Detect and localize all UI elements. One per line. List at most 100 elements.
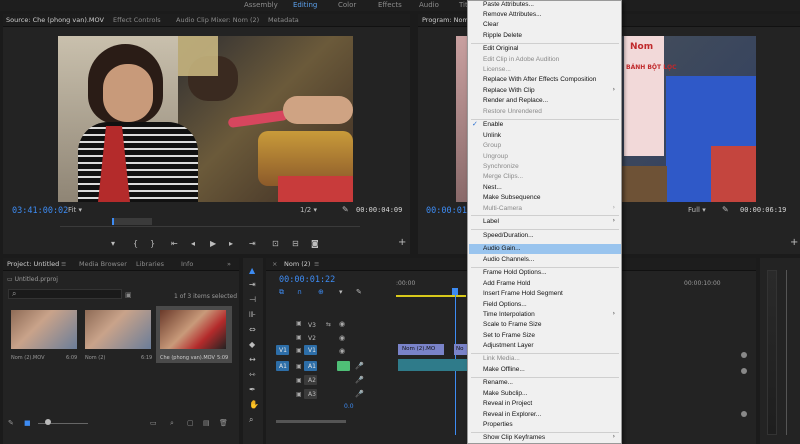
new-item-icon[interactable]: ▢: [187, 419, 194, 427]
razor-tool-icon[interactable]: ◆: [249, 340, 255, 349]
tab-info[interactable]: Info: [181, 260, 193, 268]
menu-ripple-delete[interactable]: Ripple Delete: [483, 32, 522, 39]
tab-audio-clip-mixer[interactable]: Audio Clip Mixer: Nom (2): [176, 16, 259, 24]
menu-set-to-frame-size[interactable]: Set to Frame Size: [483, 332, 535, 339]
close-tab-icon[interactable]: ×: [272, 260, 277, 268]
workspace-color[interactable]: Color: [338, 1, 356, 9]
master-volume-value[interactable]: 0.0: [344, 403, 354, 410]
menu-clear[interactable]: Clear: [483, 21, 499, 28]
project-item-thumb-2[interactable]: [85, 310, 151, 349]
menu-make-subclip[interactable]: Make Subclip...: [483, 390, 527, 397]
camera-icon[interactable]: ◙: [311, 239, 319, 248]
menu-group[interactable]: Group: [483, 142, 501, 149]
rolling-edit-tool-icon[interactable]: ⊪: [249, 310, 256, 319]
new-item-icon-2[interactable]: ▤: [203, 419, 210, 427]
tab-effect-controls[interactable]: Effect Controls: [113, 16, 161, 24]
menu-paste-attributes[interactable]: Paste Attributes...: [483, 1, 534, 8]
menu-add-frame-hold[interactable]: Add Frame Hold: [483, 280, 530, 287]
snap-icon[interactable]: ∩: [297, 288, 302, 296]
mark-in-icon[interactable]: {: [133, 239, 138, 248]
go-to-out-icon[interactable]: ⇥: [249, 239, 256, 248]
menu-license[interactable]: License...: [483, 66, 511, 73]
marker-icon[interactable]: ▾: [111, 239, 115, 248]
lock-v3-icon[interactable]: ▣: [296, 320, 302, 327]
pen-tool-icon[interactable]: ✒: [249, 385, 256, 394]
source-scrubber[interactable]: [112, 218, 152, 225]
workspace-editing[interactable]: Editing: [293, 1, 317, 9]
menu-properties[interactable]: Properties: [483, 421, 513, 428]
icon-view-icon[interactable]: ■: [24, 419, 31, 427]
audio-scroll-handle[interactable]: [741, 368, 747, 374]
menu-audio-gain[interactable]: Audio Gain...: [483, 245, 521, 252]
tab-sequence[interactable]: Nom (2): [284, 260, 310, 268]
source-timecode-in[interactable]: 03:41:00:02: [12, 206, 68, 216]
menu-enable[interactable]: Enable: [483, 121, 503, 128]
menu-ungroup[interactable]: Ungroup: [483, 153, 508, 160]
menu-replace-with-ae-comp[interactable]: Replace With After Effects Composition: [483, 76, 596, 83]
video-clip-1[interactable]: Nom (2).MO: [398, 344, 444, 355]
nest-toggle-icon[interactable]: ⧉: [279, 288, 284, 297]
menu-restore-unrendered[interactable]: Restore Unrendered: [483, 108, 542, 115]
source-fit-select[interactable]: Fit ▾: [68, 206, 82, 214]
go-to-in-icon[interactable]: ⇤: [171, 239, 178, 248]
track-scroll-handle[interactable]: [741, 352, 747, 358]
sync-v3-icon[interactable]: ⇆: [326, 321, 331, 328]
menu-adjustment-layer[interactable]: Adjustment Layer: [483, 342, 534, 349]
project-item-thumb-3[interactable]: [160, 310, 226, 349]
list-view-icon[interactable]: ✎: [8, 419, 14, 427]
program-add-button-icon[interactable]: +: [790, 237, 798, 248]
slip-tool-icon[interactable]: ↔: [249, 355, 256, 364]
mic-a1-icon[interactable]: 🎤: [355, 362, 364, 370]
new-bin-search-icon[interactable]: ▣: [125, 291, 132, 299]
menu-insert-frame-hold-segment[interactable]: Insert Frame Hold Segment: [483, 290, 563, 297]
eye-v1-icon[interactable]: ◉: [339, 347, 345, 355]
playhead-handle[interactable]: [452, 288, 458, 295]
workspace-assembly[interactable]: Assembly: [244, 1, 278, 9]
tab-media-browser[interactable]: Media Browser: [79, 260, 127, 268]
ripple-edit-tool-icon[interactable]: ⊣: [249, 295, 256, 304]
project-menu-icon[interactable]: ≡: [61, 260, 66, 268]
more-panels-icon[interactable]: »: [227, 260, 231, 268]
menu-rename[interactable]: Rename...: [483, 379, 513, 386]
lock-a3-icon[interactable]: ▣: [296, 391, 302, 398]
tab-metadata[interactable]: Metadata: [268, 16, 299, 24]
menu-synchronize[interactable]: Synchronize: [483, 163, 519, 170]
menu-replace-with-clip[interactable]: Replace With Clip: [483, 87, 535, 94]
menu-time-interpolation[interactable]: Time Interpolation: [483, 311, 535, 318]
workspace-audio[interactable]: Audio: [419, 1, 439, 9]
menu-reveal-in-project[interactable]: Reveal in Project: [483, 400, 532, 407]
menu-speed-duration[interactable]: Speed/Duration...: [483, 232, 534, 239]
menu-remove-attributes[interactable]: Remove Attributes...: [483, 11, 542, 18]
menu-label[interactable]: Label: [483, 218, 499, 225]
eye-v2-icon[interactable]: ◉: [339, 334, 345, 342]
menu-multi-camera[interactable]: Multi-Camera: [483, 205, 522, 212]
menu-nest[interactable]: Nest...: [483, 184, 502, 191]
menu-link-media[interactable]: Link Media...: [483, 355, 520, 362]
find-icon[interactable]: ⌕: [170, 419, 174, 428]
insert-icon[interactable]: ⊡: [272, 239, 279, 248]
timeline-timecode[interactable]: 00:00:01:22: [279, 275, 335, 285]
tab-libraries[interactable]: Libraries: [136, 260, 164, 268]
rate-stretch-tool-icon[interactable]: ⇔: [249, 325, 256, 334]
menu-scale-to-frame-size[interactable]: Scale to Frame Size: [483, 321, 542, 328]
step-forward-icon[interactable]: ▸: [229, 239, 233, 248]
menu-make-offline[interactable]: Make Offline...: [483, 366, 525, 373]
menu-merge-clips[interactable]: Merge Clips...: [483, 173, 523, 180]
menu-frame-hold-options[interactable]: Frame Hold Options...: [483, 269, 547, 276]
menu-render-and-replace[interactable]: Render and Replace...: [483, 97, 548, 104]
step-back-icon[interactable]: ◂: [191, 239, 195, 248]
mic-a2-icon[interactable]: 🎤: [355, 376, 364, 384]
tab-project[interactable]: Project: Untitled: [7, 260, 59, 268]
project-item-thumb-1[interactable]: [11, 310, 77, 349]
menu-edit-in-audition[interactable]: Edit Clip in Adobe Audition: [483, 56, 559, 63]
slide-tool-icon[interactable]: ⇿: [249, 370, 256, 379]
vertical-scroll-handle[interactable]: [741, 411, 747, 417]
tab-program[interactable]: Program: Nom: [422, 16, 469, 24]
add-button-icon[interactable]: +: [398, 237, 406, 248]
timeline-menu-icon[interactable]: ≡: [314, 260, 319, 268]
mute-a1-button[interactable]: [337, 361, 350, 371]
lock-v2-icon[interactable]: ▣: [296, 334, 302, 341]
source-resolution-select[interactable]: 1/2 ▾: [300, 206, 317, 214]
workspace-effects[interactable]: Effects: [378, 1, 402, 9]
menu-audio-channels[interactable]: Audio Channels...: [483, 256, 534, 263]
